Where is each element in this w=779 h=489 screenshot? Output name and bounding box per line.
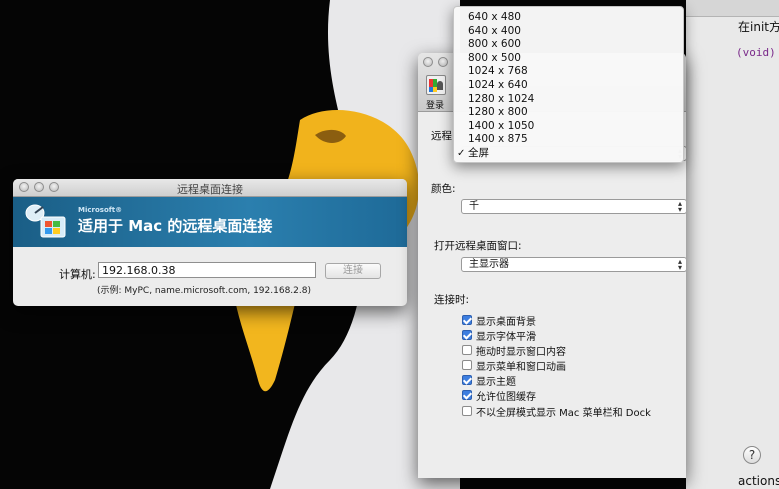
open-window-select[interactable]: 主显示器 ▴ ▾ [461, 257, 686, 272]
select-arrows-icon: ▴▾ [677, 257, 682, 272]
checkbox[interactable] [462, 360, 472, 370]
connect-button[interactable]: 连接 [325, 263, 381, 279]
menu-item[interactable]: 1280 x 800 [454, 106, 683, 120]
color-label: 颜色: [431, 183, 456, 195]
computer-hint: (示例: MyPC, name.microsoft.com, 192.168.2… [97, 286, 311, 296]
menu-item-label: 1400 x 875 [468, 133, 528, 146]
checkbox-label: 显示主题 [476, 376, 516, 388]
menu-item[interactable]: 1024 x 768 [454, 65, 683, 79]
computer-input[interactable]: 192.168.0.38 [98, 262, 316, 278]
editor-toolbar [686, 0, 779, 17]
close-button[interactable] [423, 57, 433, 67]
connect-section-label: 连接时: [434, 294, 470, 306]
color-select-value: 千 [469, 201, 479, 212]
checkbox-label: 不以全屏模式显示 Mac 菜单栏和 Dock [476, 407, 651, 419]
code-text-line: 在init方 [738, 20, 779, 34]
remote-label: 远程 [431, 130, 452, 142]
select-arrows-icon: ▴▾ [677, 199, 682, 214]
menu-item-label: 1024 x 640 [468, 78, 528, 91]
menu-item[interactable]: 1024 x 640 [454, 79, 683, 93]
menu-item-label: 800 x 500 [468, 51, 521, 64]
window-controls [423, 57, 448, 67]
checkbox-label: 显示菜单和窗口动画 [476, 361, 566, 373]
menu-item[interactable]: 640 x 400 [454, 25, 683, 39]
checkbox-label: 显示字体平滑 [476, 331, 536, 343]
brand-label: Microsoft® [78, 206, 123, 214]
banner-heading: 适用于 Mac 的远程桌面连接 [78, 217, 273, 235]
menu-item-label: 1024 x 768 [468, 65, 528, 78]
menu-item-label: 1280 x 1024 [468, 92, 535, 105]
menu-items: 640 x 480 640 x 400 800 x 600 800 x 500 1024… [454, 7, 683, 161]
menu-item[interactable]: 1280 x 1024 [454, 93, 683, 107]
checkbox[interactable] [462, 345, 472, 355]
checkbox[interactable] [462, 375, 472, 385]
menu-item[interactable]: ✓ 全屏 [454, 147, 683, 161]
remote-desktop-logo-icon [25, 204, 66, 238]
checkmark-icon: ✓ [457, 147, 466, 159]
resolution-dropdown-menu: 640 x 480 640 x 400 800 x 600 800 x 500 1024… [453, 6, 684, 163]
checkbox-row[interactable]: 显示主题 [462, 373, 516, 388]
menu-item-label: 640 x 400 [468, 24, 521, 37]
open-window-select-value: 主显示器 [469, 259, 509, 270]
menu-item[interactable]: 800 x 600 [454, 38, 683, 52]
checkbox-row[interactable]: 显示字体平滑 [462, 328, 536, 343]
code-text-line: (void) [736, 46, 776, 59]
checkbox-label: 拖动时显示窗口内容 [476, 346, 566, 358]
menu-item[interactable]: 640 x 480 [454, 11, 683, 25]
code-text-line: actions [738, 474, 779, 488]
menu-item-label: 1400 x 1050 [468, 119, 535, 132]
help-button[interactable]: ? [743, 446, 761, 464]
checkbox[interactable] [462, 390, 472, 400]
minimize-button[interactable] [438, 57, 448, 67]
remote-desktop-connection-window: 远程桌面连接 Microsoft® 适用于 Mac 的远程桌面连接 计算机: 1… [13, 179, 407, 306]
checkbox-row[interactable]: 不以全屏模式显示 Mac 菜单栏和 Dock [462, 404, 651, 419]
checkbox-label: 允许位图缓存 [476, 391, 536, 403]
toolbar-login-label[interactable]: 登录 [426, 98, 444, 111]
login-icon[interactable] [426, 75, 446, 95]
checkbox[interactable] [462, 330, 472, 340]
open-window-label: 打开远程桌面窗口: [434, 240, 522, 252]
menu-item[interactable]: 800 x 500 [454, 52, 683, 66]
background-editor-window: 在init方 (void) actions [686, 0, 779, 489]
checkbox-row[interactable]: 显示菜单和窗口动画 [462, 358, 566, 373]
computer-label: 计算机: [59, 268, 96, 281]
checkbox-row[interactable]: 显示桌面背景 [462, 313, 536, 328]
menu-item[interactable]: 1400 x 875 [454, 133, 683, 147]
menu-item-label: 800 x 600 [468, 38, 521, 51]
checkbox-row[interactable]: 允许位图缓存 [462, 388, 536, 403]
window-titlebar[interactable]: 远程桌面连接 [13, 179, 407, 197]
window-title: 远程桌面连接 [177, 183, 243, 196]
menu-item-label: 全屏 [468, 146, 489, 159]
menu-item-label: 1280 x 800 [468, 106, 528, 119]
color-select[interactable]: 千 ▴ ▾ [461, 199, 686, 214]
menu-item[interactable]: 1400 x 1050 [454, 120, 683, 134]
rdc-banner: Microsoft® 适用于 Mac 的远程桌面连接 [13, 197, 407, 247]
checkbox[interactable] [462, 315, 472, 325]
menu-item-label: 640 x 480 [468, 11, 521, 23]
checkbox-row[interactable]: 拖动时显示窗口内容 [462, 343, 566, 358]
checkbox[interactable] [462, 406, 472, 416]
checkbox-label: 显示桌面背景 [476, 316, 536, 328]
